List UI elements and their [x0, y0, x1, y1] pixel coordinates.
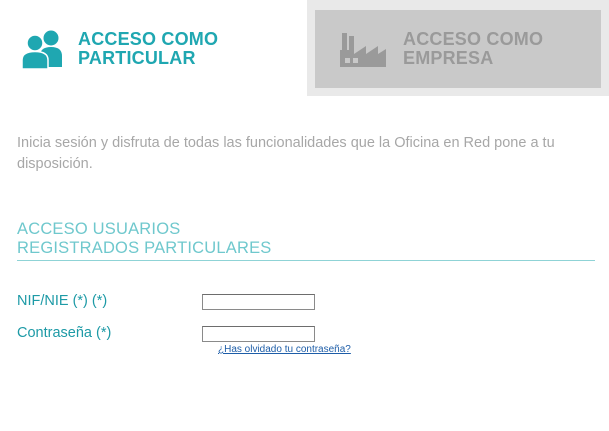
- nif-label: NIF/NIE (*) (*): [17, 293, 108, 309]
- tab-acceso-empresa[interactable]: ACCESO COMO EMPRESA: [315, 10, 601, 88]
- users-icon: [21, 30, 62, 69]
- section-heading-line1: ACCESO USUARIOS: [17, 220, 181, 238]
- tab-empresa-line2: EMPRESA: [403, 48, 494, 68]
- tab-particular-line2: PARTICULAR: [78, 48, 196, 68]
- password-label: Contraseña (*): [17, 325, 112, 341]
- password-input[interactable]: [202, 326, 315, 342]
- tab-acceso-empresa-container: ACCESO COMO EMPRESA: [307, 0, 609, 96]
- tab-acceso-empresa-label: ACCESO COMO EMPRESA: [403, 30, 543, 68]
- section-heading-line2: REGISTRADOS PARTICULARES: [17, 239, 272, 257]
- tab-empresa-line1: ACCESO COMO: [403, 29, 544, 49]
- intro-text: Inicia sesión y disfruta de todas las fu…: [17, 135, 555, 172]
- tab-particular-line1: ACCESO COMO: [78, 29, 219, 49]
- section-heading: ACCESO USUARIOS REGISTRADOS PARTICULARES: [17, 220, 595, 261]
- tab-acceso-particular-label: ACCESO COMO PARTICULAR: [78, 30, 218, 68]
- factory-icon: [340, 33, 386, 67]
- nif-input[interactable]: [202, 294, 315, 310]
- forgot-password-link[interactable]: ¿Has olvidado tu contraseña?: [218, 344, 351, 355]
- tab-acceso-particular[interactable]: ACCESO COMO PARTICULAR: [14, 20, 274, 78]
